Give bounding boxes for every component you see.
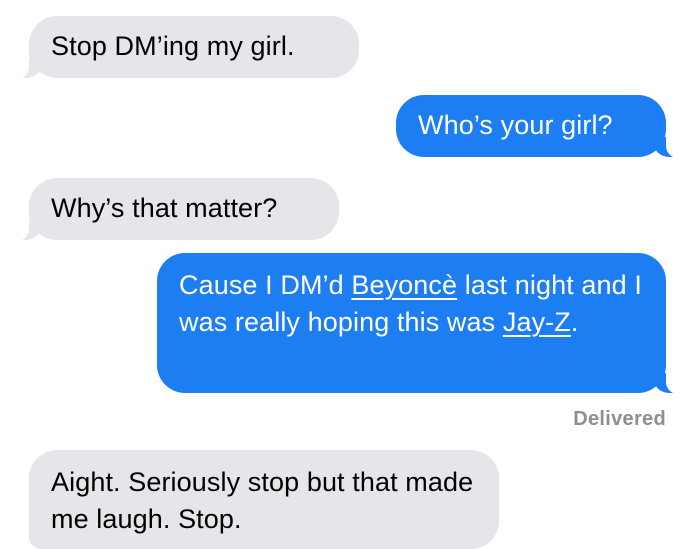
incoming-message-bubble[interactable]: Aight. Seriously stop but that made me l…	[29, 450, 499, 549]
message-text: Who’s your girl?	[418, 110, 613, 140]
incoming-message-bubble[interactable]: Why’s that matter?	[17, 178, 339, 241]
incoming-message-bubble[interactable]: Stop DM’ing my girl.	[17, 16, 359, 79]
message-text: Cause I DM’d Beyoncè last night and I wa…	[179, 267, 646, 341]
jay-z-data-detector-link[interactable]: Jay-Z	[503, 307, 571, 337]
outgoing-message-bubble[interactable]: Who’s your girl?	[396, 95, 678, 158]
beyonce-data-detector-link[interactable]: Beyoncè	[351, 270, 457, 300]
message-text: Stop DM’ing my girl.	[51, 31, 295, 61]
message-text: Aight. Seriously stop but that made me l…	[51, 467, 474, 534]
message-thread: Stop DM’ing my girl. Who’s your girl? Wh…	[0, 0, 700, 549]
message-text: Why’s that matter?	[51, 193, 278, 223]
outgoing-message-bubble[interactable]: Cause I DM’d Beyoncè last night and I wa…	[157, 253, 678, 394]
message-text-part: Cause I DM’d	[179, 270, 352, 300]
message-text-part: .	[570, 307, 579, 337]
delivered-status: Delivered	[573, 408, 666, 430]
